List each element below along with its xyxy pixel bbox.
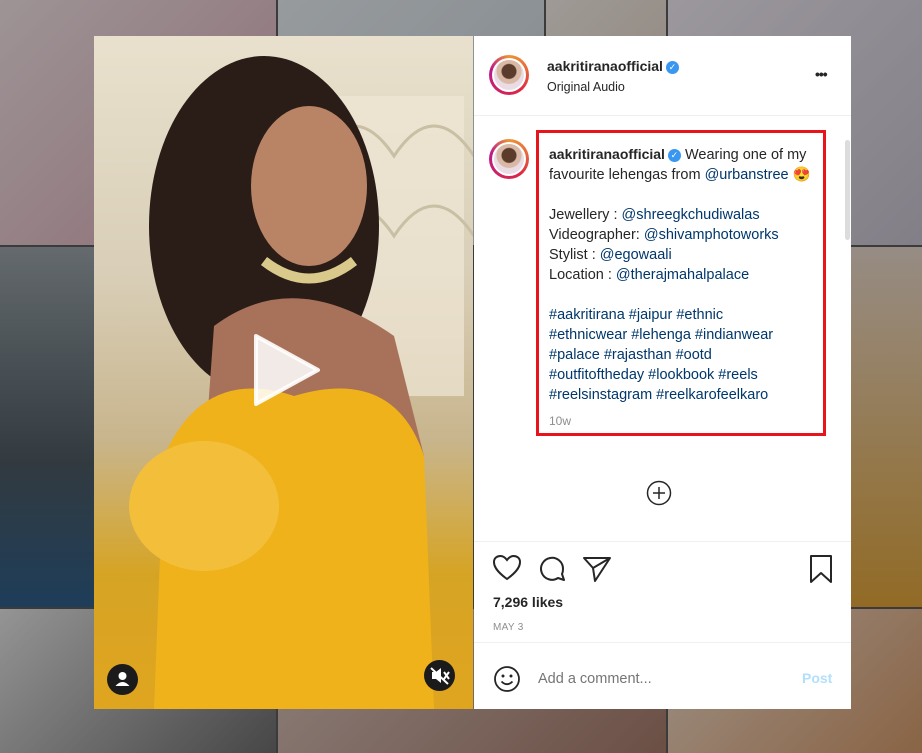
post-comment-button[interactable]: Post — [802, 670, 832, 686]
muted-speaker-icon[interactable] — [424, 660, 455, 691]
add-circle-icon[interactable] — [646, 480, 672, 511]
emoji-icon[interactable] — [493, 665, 521, 698]
share-icon[interactable] — [582, 555, 612, 588]
caption-avatar[interactable] — [489, 139, 529, 179]
audio-label[interactable]: Original Audio — [547, 80, 625, 94]
post-date: MAY 3 — [493, 622, 524, 633]
bookmark-icon[interactable] — [808, 554, 834, 589]
comment-icon[interactable] — [537, 554, 567, 589]
heart-icon[interactable] — [492, 554, 522, 587]
avatar[interactable] — [489, 55, 529, 95]
post-header: aakritiranaofficial ✓ Original Audio ••• — [474, 36, 851, 116]
play-icon[interactable] — [252, 332, 322, 413]
user-tag-icon[interactable] — [107, 664, 138, 695]
comment-input[interactable] — [536, 666, 790, 692]
header-username[interactable]: aakritiranaofficial — [547, 58, 663, 74]
more-options-icon[interactable]: ••• — [815, 66, 828, 82]
likes-count[interactable]: 7,296 likes — [493, 594, 563, 610]
scrollbar[interactable] — [845, 140, 850, 240]
highlight-box — [536, 130, 826, 436]
verified-badge-icon: ✓ — [665, 61, 679, 74]
post-video[interactable] — [94, 36, 473, 709]
